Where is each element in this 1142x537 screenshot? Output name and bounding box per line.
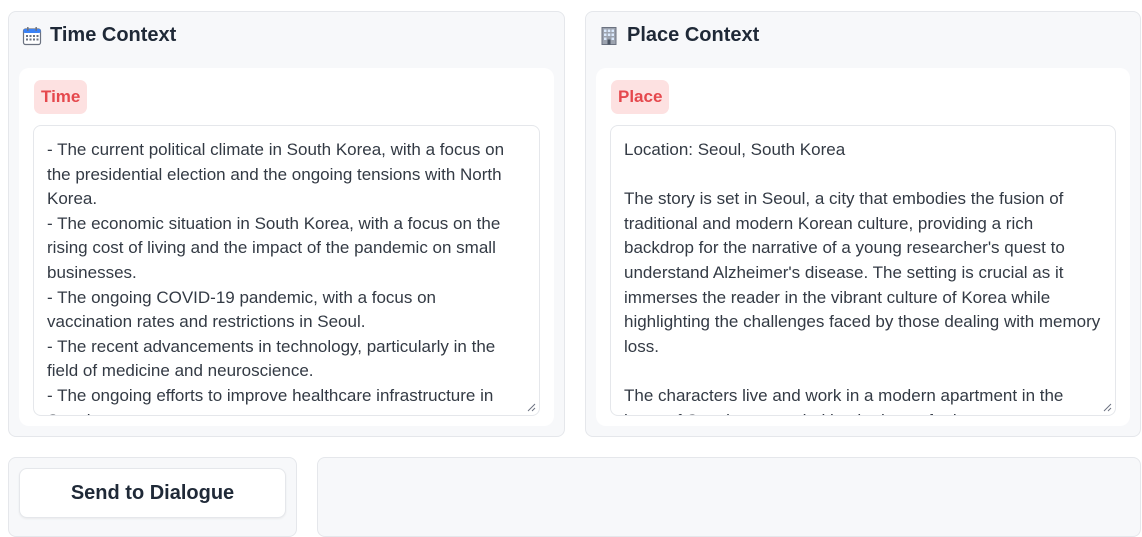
place-card: Place Location: Seoul, South Korea The s… bbox=[596, 68, 1130, 426]
place-context-panel: Place Context Place Location: Seoul, Sou… bbox=[585, 11, 1141, 437]
place-context-header: Place Context bbox=[599, 24, 759, 47]
time-label-chip: Time bbox=[34, 80, 88, 114]
resize-handle-icon[interactable] bbox=[526, 402, 536, 412]
time-context-title: Time Context bbox=[50, 24, 177, 46]
calendar-icon bbox=[22, 26, 42, 45]
send-to-dialogue-button[interactable]: Send to Dialogue bbox=[19, 468, 286, 518]
time-context-panel: Time Context Time - The current politica… bbox=[8, 11, 565, 437]
time-card: Time - The current political climate in … bbox=[19, 68, 554, 426]
time-textarea[interactable]: - The current political climate in South… bbox=[33, 125, 540, 416]
time-textarea-content[interactable]: - The current political climate in South… bbox=[34, 126, 539, 415]
time-context-header: Time Context bbox=[22, 24, 176, 47]
output-panel bbox=[317, 457, 1141, 537]
place-label-chip: Place bbox=[611, 80, 670, 114]
place-textarea-content[interactable]: Location: Seoul, South Korea The story i… bbox=[611, 126, 1115, 415]
resize-handle-icon[interactable] bbox=[1102, 402, 1112, 412]
place-context-title: Place Context bbox=[627, 24, 760, 46]
action-panel: Send to Dialogue bbox=[8, 457, 297, 537]
office-building-icon bbox=[601, 26, 617, 45]
place-textarea[interactable]: Location: Seoul, South Korea The story i… bbox=[610, 125, 1116, 416]
